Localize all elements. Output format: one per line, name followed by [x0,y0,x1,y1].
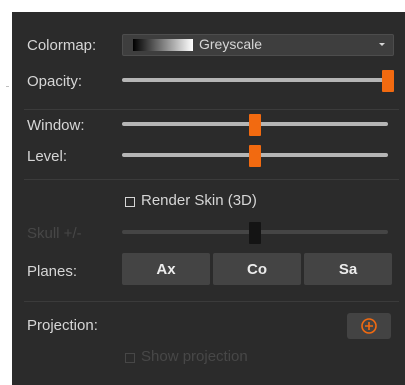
level-label: Level: [27,148,68,165]
skull-label: Skull +/- [27,225,82,242]
window-label: Window: [27,117,85,134]
projection-add-button[interactable] [347,313,391,339]
level-slider[interactable] [122,145,388,167]
opacity-label: Opacity: [27,73,83,90]
planes-label: Planes: [27,263,78,280]
render-skin-checkbox[interactable] [125,197,135,207]
chevron-down-icon [379,43,385,46]
window-slider-thumb[interactable] [249,114,261,136]
show-projection-label: Show projection [141,348,248,365]
window-slider[interactable] [122,114,388,136]
show-projection-checkbox [125,353,135,363]
skull-slider-thumb [249,222,261,244]
plane-coronal-button[interactable]: Co [213,253,301,285]
divider [24,301,399,302]
opacity-slider-thumb[interactable] [382,70,394,92]
render-skin-label: Render Skin (3D) [141,192,257,209]
layer-properties-panel: Colormap: Greyscale Opacity: Window: Lev… [12,12,405,385]
opacity-slider[interactable] [122,70,394,92]
divider [24,179,399,180]
opacity-slider-track [122,78,388,82]
plus-circle-icon [361,318,377,334]
colormap-value: Greyscale [199,36,263,52]
plane-axial-button[interactable]: Ax [122,253,210,285]
projection-label: Projection: [27,317,98,334]
divider [24,109,399,110]
level-slider-thumb[interactable] [249,145,261,167]
colormap-label: Colormap: [27,37,97,54]
side-tick [6,86,9,87]
skull-slider [122,222,388,244]
plane-sagittal-button[interactable]: Sa [304,253,392,285]
colormap-gradient-preview [133,39,193,51]
colormap-dropdown[interactable]: Greyscale [122,34,394,56]
